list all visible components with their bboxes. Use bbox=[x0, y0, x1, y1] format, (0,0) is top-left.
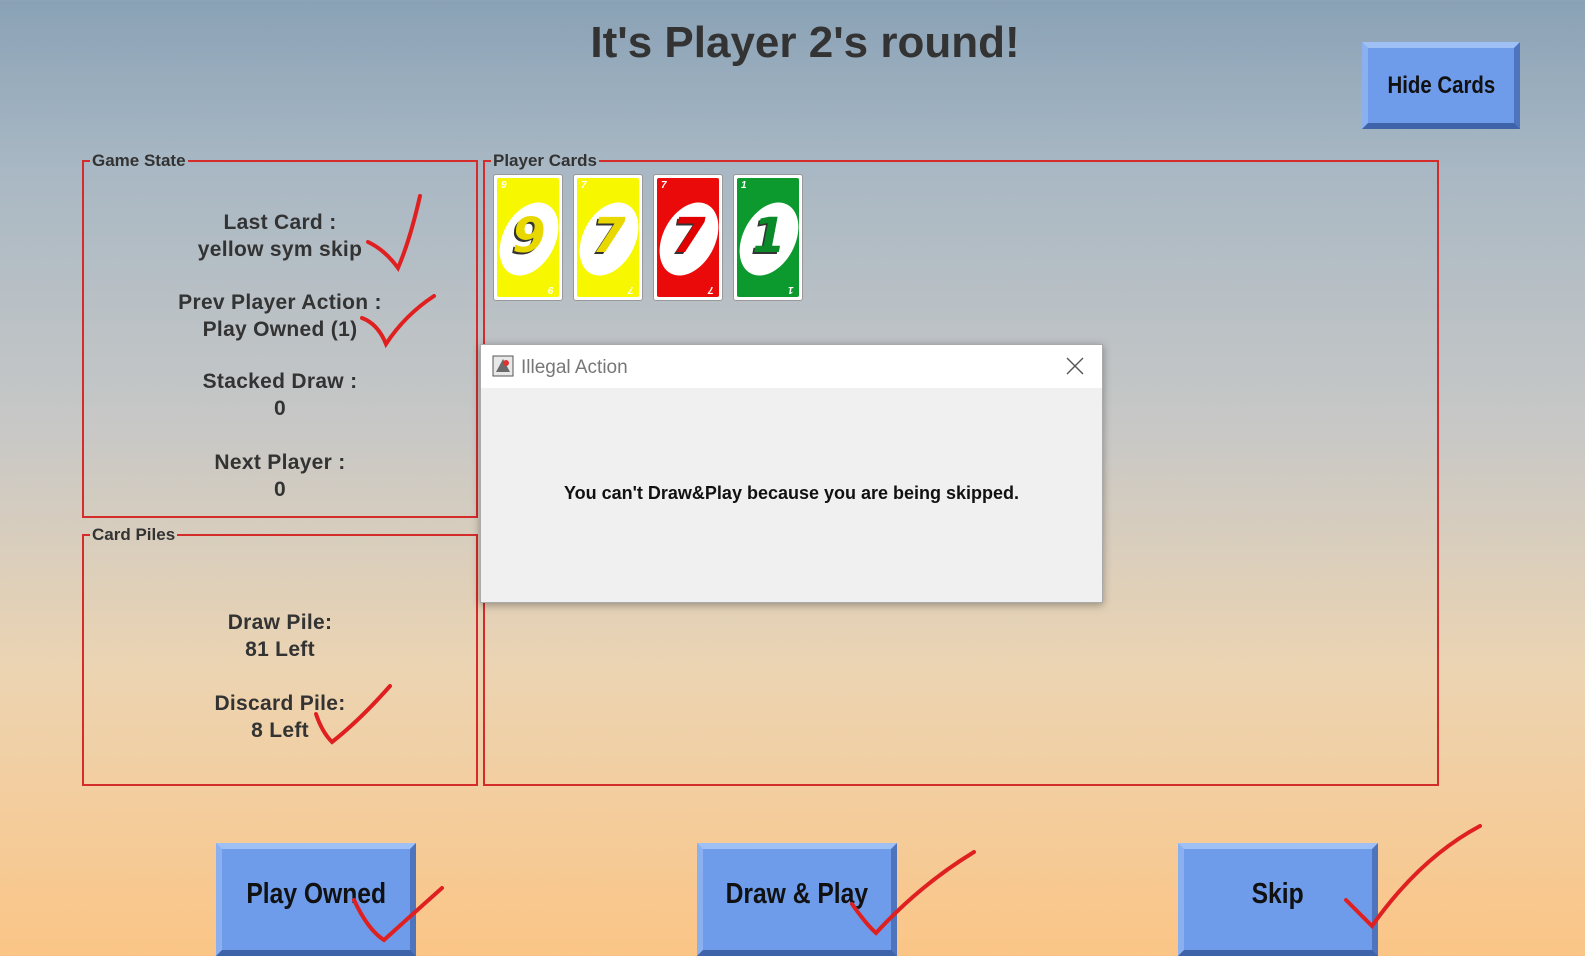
card-corner-number: 1 bbox=[741, 180, 747, 191]
game-state-panel: Game State Last Card : yellow sym skip P… bbox=[82, 151, 478, 518]
round-title: It's Player 2's round! bbox=[590, 18, 1020, 67]
card-corner-number: 9 bbox=[501, 180, 507, 191]
card-corner-number: 9 bbox=[548, 284, 554, 295]
stacked-draw-value: 0 bbox=[274, 397, 286, 420]
stacked-draw-info: Stacked Draw : 0 bbox=[84, 368, 476, 422]
prev-action-info: Prev Player Action : Play Owned (1) bbox=[84, 289, 476, 343]
draw-pile-label: Draw Pile: bbox=[227, 611, 333, 634]
prev-action-value: Play Owned (1) bbox=[202, 318, 358, 341]
draw-pile-info: Draw Pile: 81 Left bbox=[84, 609, 476, 663]
draw-pile-value: 81 Left bbox=[245, 638, 315, 661]
card-number: 1 bbox=[752, 208, 786, 264]
card-corner-number: 7 bbox=[708, 284, 714, 295]
card-number: 7 bbox=[672, 208, 706, 264]
close-icon[interactable] bbox=[1062, 353, 1088, 379]
next-player-label: Next Player : bbox=[214, 451, 346, 474]
dialog-title: Illegal Action bbox=[521, 357, 628, 378]
card-piles-panel: Card Piles Draw Pile: 81 Left Discard Pi… bbox=[82, 525, 478, 786]
game-state-legend: Game State bbox=[92, 151, 186, 170]
card-corner-number: 7 bbox=[581, 180, 587, 191]
card-corner-number: 7 bbox=[628, 284, 634, 295]
draw-play-button[interactable]: Draw & Play bbox=[697, 843, 897, 956]
last-card-value: yellow sym skip bbox=[197, 238, 363, 261]
uno-card-green-1[interactable]: 1 1 1 bbox=[733, 174, 803, 301]
illegal-action-dialog: Illegal Action You can't Draw&Play becau… bbox=[480, 344, 1103, 603]
uno-card-red-7[interactable]: 7 7 7 bbox=[653, 174, 723, 301]
last-card-info: Last Card : yellow sym skip bbox=[84, 209, 476, 263]
discard-pile-value: 8 Left bbox=[251, 719, 309, 742]
player-cards-legend: Player Cards bbox=[493, 151, 597, 170]
discard-pile-info: Discard Pile: 8 Left bbox=[84, 690, 476, 744]
stacked-draw-label: Stacked Draw : bbox=[202, 370, 358, 393]
next-player-value: 0 bbox=[274, 478, 286, 501]
card-number: 7 bbox=[592, 208, 626, 264]
card-number: 9 bbox=[512, 208, 546, 264]
skip-button[interactable]: Skip bbox=[1178, 843, 1378, 956]
play-owned-button[interactable]: Play Owned bbox=[216, 843, 416, 956]
prev-action-label: Prev Player Action : bbox=[178, 291, 382, 314]
hide-cards-button[interactable]: Hide Cards bbox=[1362, 42, 1520, 129]
dialog-message: You can't Draw&Play because you are bein… bbox=[563, 483, 1020, 503]
card-corner-number: 1 bbox=[788, 284, 794, 295]
next-player-info: Next Player : 0 bbox=[84, 449, 476, 503]
card-piles-legend: Card Piles bbox=[92, 525, 176, 544]
dialog-titlebar[interactable]: Illegal Action bbox=[481, 345, 1102, 388]
uno-card-yellow-7[interactable]: 7 7 7 bbox=[573, 174, 643, 301]
java-app-icon bbox=[492, 355, 514, 377]
card-corner-number: 7 bbox=[661, 180, 667, 191]
last-card-label: Last Card : bbox=[223, 211, 337, 234]
discard-pile-label: Discard Pile: bbox=[214, 692, 346, 715]
uno-card-yellow-9[interactable]: 9 9 9 bbox=[493, 174, 563, 301]
